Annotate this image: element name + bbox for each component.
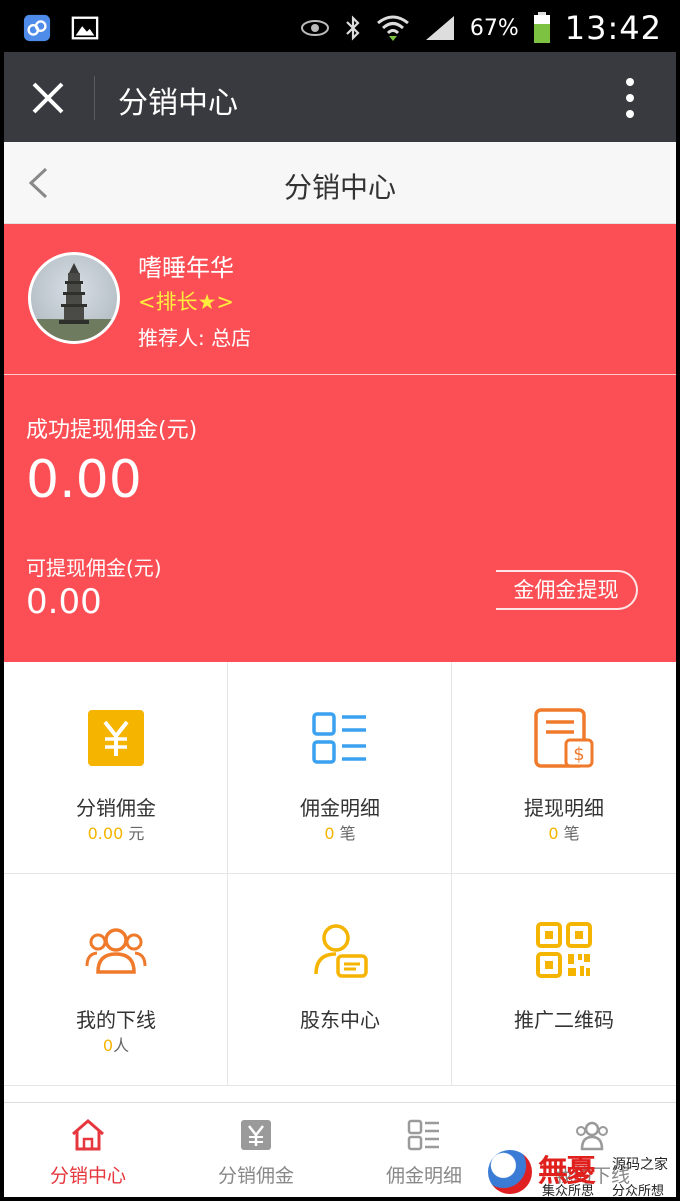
svg-text:$: $ xyxy=(573,744,584,765)
wechat-title: 分销中心 xyxy=(118,86,238,121)
yuan-icon xyxy=(241,1120,271,1150)
team-icon xyxy=(85,928,147,974)
battery-icon xyxy=(533,12,550,43)
tab-commission-detail[interactable]: 佣金明细 xyxy=(340,1103,508,1197)
grid-item-my-downline[interactable]: 我的下线 0人 xyxy=(4,874,228,1086)
list-icon xyxy=(407,1119,439,1151)
grid-item-value: 0.00 元 xyxy=(87,824,145,843)
signal-icon xyxy=(425,16,454,40)
qrcode-icon xyxy=(536,922,592,978)
success-commission-label: 成功提现佣金(元) xyxy=(26,418,198,443)
nickname: 嗜睡年华 xyxy=(138,254,234,282)
grid-item-value: 0 笔 xyxy=(324,824,356,843)
withdraw-button[interactable]: 金佣金提现 xyxy=(496,570,638,610)
grid-item-label: 分销佣金 xyxy=(76,796,156,820)
gallery-icon xyxy=(71,16,99,40)
bluetooth-icon xyxy=(346,15,360,41)
shareholder-icon xyxy=(314,924,368,978)
withdraw-record-icon: $ xyxy=(534,708,594,768)
tab-distribution-commission[interactable]: 分销佣金 xyxy=(172,1103,340,1197)
grid-item-label: 推广二维码 xyxy=(514,1008,614,1032)
available-commission-label: 可提现佣金(元) xyxy=(26,556,162,580)
tab-label: 分销中心 xyxy=(49,1165,126,1187)
list-icon xyxy=(312,712,366,764)
app-icon xyxy=(23,14,51,42)
grid-item-distribution-commission[interactable]: 分销佣金 0.00 元 xyxy=(4,662,228,874)
grid-item-promo-qrcode[interactable]: 推广二维码 xyxy=(452,874,676,1086)
more-icon[interactable] xyxy=(624,76,636,120)
commission-card: 嗜睡年华 <排长★> 推荐人: 总店 成功提现佣金(元) 0.00 可提现佣金(… xyxy=(4,224,676,662)
yuan-icon xyxy=(88,710,144,766)
watermark-slogan-left: 集众所思 xyxy=(542,1184,595,1197)
clock: 13:42 xyxy=(564,9,662,47)
card-divider xyxy=(4,374,676,375)
battery-percent: 67% xyxy=(469,15,519,41)
available-commission-amount: 0.00 xyxy=(26,582,102,622)
page-header: 分销中心 xyxy=(4,142,676,224)
grid-item-commission-detail[interactable]: 佣金明细 0 笔 xyxy=(228,662,452,874)
tab-label: 分销佣金 xyxy=(217,1165,294,1187)
grid-item-value: 0 笔 xyxy=(548,824,580,843)
close-icon[interactable] xyxy=(28,78,68,118)
eye-icon xyxy=(300,20,329,36)
phone-screen: 67% 13:42 分销中心 分销中心 嗜睡年华 <排长★> 推荐人: 总店 成… xyxy=(4,4,676,1197)
tab-distribution-center[interactable]: 分销中心 xyxy=(4,1103,172,1197)
grid-item-label: 我的下线 xyxy=(76,1008,156,1032)
wechat-nav-bar: 分销中心 xyxy=(4,52,676,142)
referrer-text: 推荐人: 总店 xyxy=(138,326,252,350)
tab-label: 佣金明细 xyxy=(385,1165,462,1187)
grid-item-label: 股东中心 xyxy=(300,1008,380,1032)
grid-item-value: 0人 xyxy=(102,1036,130,1055)
watermark: 無憂 源码之家 集众所思 分众所想 xyxy=(488,1146,676,1197)
home-icon xyxy=(72,1119,104,1151)
watermark-logo-icon xyxy=(488,1150,532,1194)
grid-item-shareholder-center[interactable]: 股东中心 xyxy=(228,874,452,1086)
grid-item-label: 提现明细 xyxy=(524,796,604,820)
wifi-icon xyxy=(376,15,409,41)
grid-item-label: 佣金明细 xyxy=(300,796,380,820)
rank-badge: <排长★> xyxy=(138,290,235,314)
watermark-site-name: 源码之家 xyxy=(612,1157,668,1173)
page-title: 分销中心 xyxy=(283,171,396,204)
success-commission-amount: 0.00 xyxy=(26,450,142,510)
nav-divider xyxy=(94,76,95,120)
avatar[interactable] xyxy=(28,252,120,344)
function-grid: 分销佣金 0.00 元 佣金明细 0 笔 $ 提现明细 0 笔 我的下线 0人 … xyxy=(4,662,676,1098)
grid-item-withdraw-detail[interactable]: $ 提现明细 0 笔 xyxy=(452,662,676,874)
status-bar: 67% 13:42 xyxy=(4,4,676,52)
watermark-slogan-right: 分众所想 xyxy=(612,1184,665,1197)
